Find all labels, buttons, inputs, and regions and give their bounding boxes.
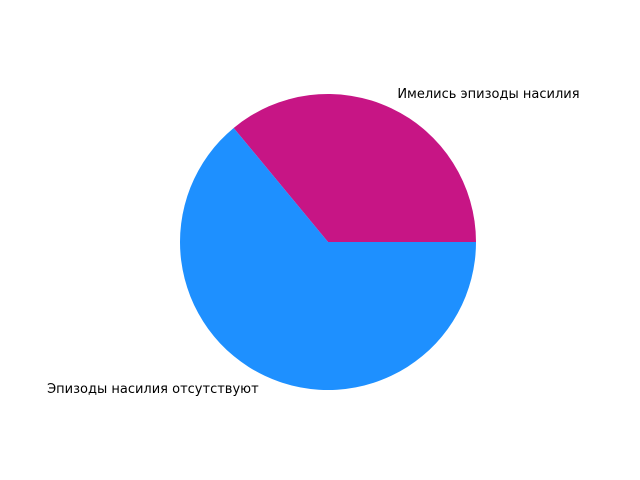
pie-slice-label-1: Имелись эпизоды насилия (397, 87, 579, 102)
pie-slice-label-2: Эпизоды насилия отсутствуют (47, 382, 259, 397)
pie-slices (180, 94, 477, 391)
pie-chart: Имелись эпизоды насилия Эпизоды насилия о… (47, 87, 579, 397)
